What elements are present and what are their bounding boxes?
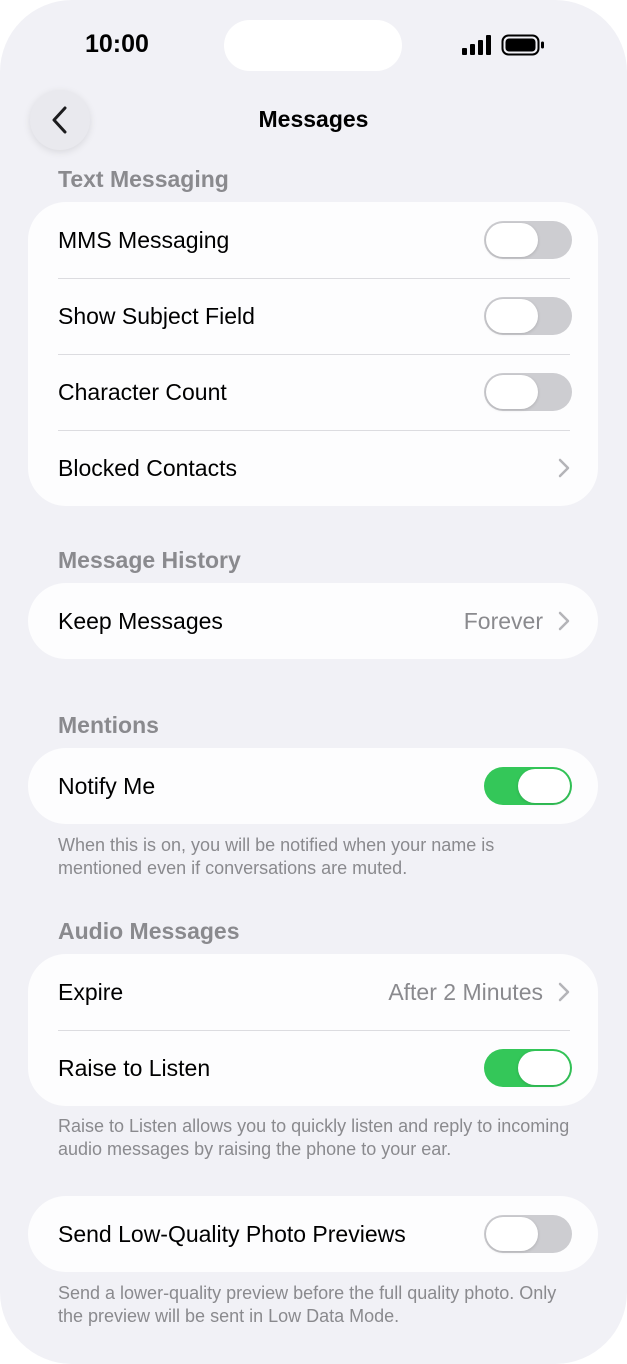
- status-icons: [462, 34, 545, 56]
- dynamic-island: [224, 20, 402, 71]
- character-count-label: Character Count: [58, 378, 227, 405]
- mms-messaging-row: MMS Messaging: [28, 202, 598, 278]
- mentions-group: Notify Me: [28, 748, 598, 824]
- keep-messages-row[interactable]: Keep Messages Forever: [28, 583, 598, 659]
- chevron-right-icon: [558, 611, 570, 631]
- blocked-contacts-label: Blocked Contacts: [58, 454, 237, 481]
- show-subject-field-toggle[interactable]: [484, 297, 572, 335]
- keep-messages-value: Forever: [463, 607, 543, 634]
- audio-messages-footnote: Raise to Listen allows you to quickly li…: [58, 1116, 570, 1159]
- character-count-toggle[interactable]: [484, 373, 572, 411]
- raise-to-listen-label: Raise to Listen: [58, 1054, 211, 1081]
- section-header-audio-messages: Audio Messages: [58, 918, 240, 944]
- photo-previews-footnote: Send a lower-quality preview before the …: [58, 1283, 557, 1326]
- page-title: Messages: [258, 106, 369, 132]
- toggle-knob: [486, 299, 538, 333]
- toggle-knob: [486, 375, 538, 409]
- show-subject-field-label: Show Subject Field: [58, 302, 255, 329]
- toggle-knob: [518, 1051, 570, 1085]
- cellular-signal-icon: [462, 35, 491, 55]
- mms-messaging-label: MMS Messaging: [58, 226, 230, 253]
- audio-messages-group: Expire After 2 Minutes Raise to Listen: [28, 954, 598, 1106]
- mentions-footnote: When this is on, you will be notified wh…: [58, 835, 495, 878]
- raise-to-listen-row: Raise to Listen: [28, 1030, 598, 1106]
- toggle-knob: [486, 1217, 538, 1251]
- notify-me-label: Notify Me: [58, 772, 156, 799]
- expire-value: After 2 Minutes: [388, 978, 543, 1005]
- low-quality-previews-toggle[interactable]: [484, 1215, 572, 1253]
- expire-label: Expire: [58, 978, 124, 1005]
- message-history-group: Keep Messages Forever: [28, 583, 598, 659]
- notify-me-row: Notify Me: [28, 748, 598, 824]
- mms-messaging-toggle[interactable]: [484, 221, 572, 259]
- keep-messages-label: Keep Messages: [58, 607, 223, 634]
- toggle-knob: [486, 223, 538, 257]
- battery-icon: [501, 34, 544, 56]
- section-header-mentions: Mentions: [58, 712, 159, 738]
- chevron-right-icon: [558, 982, 570, 1002]
- character-count-row: Character Count: [28, 354, 598, 430]
- low-quality-previews-label: Send Low-Quality Photo Previews: [58, 1220, 406, 1247]
- expire-row[interactable]: Expire After 2 Minutes: [28, 954, 598, 1030]
- chevron-right-icon: [558, 458, 570, 478]
- section-header-text-messaging: Text Messaging: [58, 166, 229, 192]
- photo-previews-group: Send Low-Quality Photo Previews: [28, 1196, 598, 1272]
- status-time: 10:00: [85, 30, 149, 58]
- low-quality-previews-row: Send Low-Quality Photo Previews: [28, 1196, 598, 1272]
- blocked-contacts-row[interactable]: Blocked Contacts: [28, 430, 598, 506]
- section-header-message-history: Message History: [58, 547, 241, 573]
- raise-to-listen-toggle[interactable]: [484, 1049, 572, 1087]
- phone-screen: 10:00 Messages Text Messaging MMS Messag…: [0, 0, 627, 1364]
- show-subject-field-row: Show Subject Field: [28, 278, 598, 354]
- text-messaging-group: MMS Messaging Show Subject Field Charact…: [28, 202, 598, 506]
- notify-me-toggle[interactable]: [484, 767, 572, 805]
- toggle-knob: [518, 769, 570, 803]
